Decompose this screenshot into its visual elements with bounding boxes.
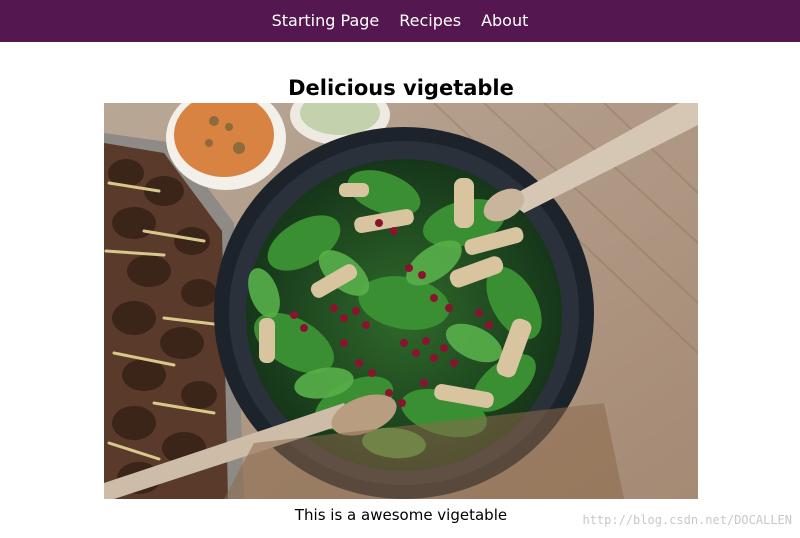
nav-link-recipes[interactable]: Recipes	[399, 0, 461, 42]
page-title: Delicious vigetable	[288, 76, 514, 100]
top-navbar: Starting Page Recipes About	[0, 0, 800, 42]
nav-link-about[interactable]: About	[481, 0, 528, 42]
nav-link-starting-page[interactable]: Starting Page	[272, 0, 380, 42]
watermark-text: http://blog.csdn.net/DOCALLEN	[582, 513, 792, 527]
salad-photo	[104, 103, 698, 499]
